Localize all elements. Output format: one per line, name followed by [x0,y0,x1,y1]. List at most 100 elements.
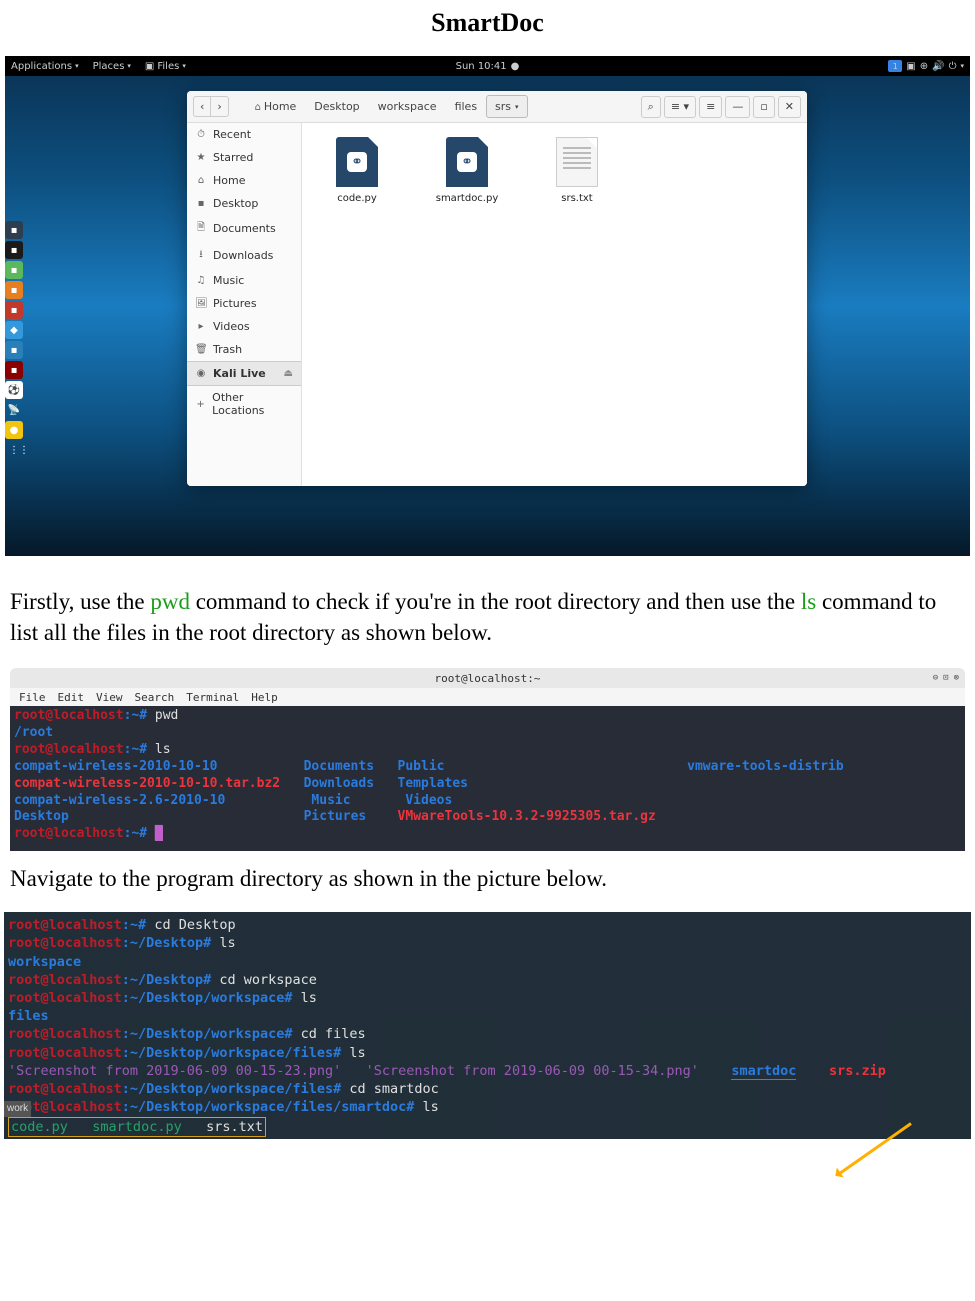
trash-icon: 🗑 [195,344,207,355]
file-smartdoc-py[interactable]: ⚭ smartdoc.py [432,137,502,204]
sidebar-documents[interactable]: 🗎Documents [187,215,301,242]
taskbar-label: work [4,1101,31,1117]
dock-app-5[interactable]: ▪ [5,301,23,319]
sidebar-music[interactable]: ♫Music [187,269,301,292]
view-list-button[interactable]: ≡ ▾ [664,96,696,118]
camera-icon[interactable]: ▣ [906,61,915,72]
cmd-pwd: pwd [150,589,190,614]
instruction-para-2: Navigate to the program directory as sho… [0,851,975,907]
home-icon: ⌂ [195,175,207,186]
terminal-menubar: File Edit View Search Terminal Help [10,688,965,706]
menu-files[interactable]: ▣Files▾ [139,61,192,72]
dock-app-9[interactable]: ⚽ [5,381,23,399]
terminal-titlebar: root@localhost:~ ⊖ ⊡ ⊗ [10,668,965,688]
menu-terminal[interactable]: Terminal [181,691,244,704]
terminal-title: root@localhost:~ [435,672,541,685]
dock-app-4[interactable]: ▪ [5,281,23,299]
home-icon: ⌂ [252,102,264,113]
ls-smartdoc: smartdoc [731,1063,796,1080]
sidebar-recent[interactable]: ⏱Recent [187,123,301,146]
workspace-badge[interactable]: 1 [888,60,902,72]
terminal-output[interactable]: root@localhost:~# cd Desktop root@localh… [8,916,967,1137]
sidebar-desktop[interactable]: ▪Desktop [187,192,301,215]
terminal-screenshot-pwd-ls: root@localhost:~ ⊖ ⊡ ⊗ File Edit View Se… [10,668,965,851]
page-title: SmartDoc [0,0,975,46]
file-code-py[interactable]: ⚭ code.py [322,137,392,204]
file-label: smartdoc.py [436,193,499,204]
ls-workspace: workspace [8,954,81,970]
music-icon: ♫ [195,275,207,286]
doc-icon: 🗎 [195,220,207,237]
menu-places[interactable]: Places▾ [87,61,137,72]
minimize-icon[interactable]: ⊖ [933,673,938,683]
dock-app-3[interactable]: ▪ [5,261,23,279]
close-icon[interactable]: ⊗ [954,673,959,683]
fm-toolbar: ‹ › ⌂Home Desktop workspace files srs▾ ⌕… [187,91,807,123]
menu-search[interactable]: Search [130,691,180,704]
crumb-srs[interactable]: srs▾ [486,95,528,118]
sidebar-home[interactable]: ⌂Home [187,169,301,192]
nav-forward-button[interactable]: › [211,97,227,116]
fm-content[interactable]: ⚭ code.py ⚭ smartdoc.py srs.txt [302,123,807,486]
dock-app-2[interactable]: ▪ [5,241,23,259]
sidebar-downloads[interactable]: ⭳Downloads [187,242,301,269]
folder-icon: ▣ [145,61,154,72]
file-label: code.py [337,193,377,204]
text-file-icon [556,137,598,187]
sidebar-trash[interactable]: 🗑Trash [187,338,301,361]
crumb-desktop[interactable]: Desktop [305,95,368,118]
menu-file[interactable]: File [14,691,51,704]
picture-icon: 🖼 [195,298,207,309]
maximize-button[interactable]: ▫ [753,96,774,118]
terminal-screenshot-navigate: root@localhost:~# cd Desktop root@localh… [4,912,971,1139]
gnome-topbar: Applications▾ Places▾ ▣Files▾ Sun 10:41●… [5,56,970,76]
sidebar-pictures[interactable]: 🖼Pictures [187,292,301,315]
sidebar-videos[interactable]: ▸Videos [187,315,301,338]
dock-apps-grid[interactable]: ⋮⋮⋮ [5,441,23,459]
desktop-icon: ▪ [195,198,207,209]
clock-icon: ⏱ [195,129,207,140]
file-manager-window: ‹ › ⌂Home Desktop workspace files srs▾ ⌕… [187,91,807,486]
ls-item: compat-wireless-2010-10-10 [14,759,218,774]
file-srs-txt[interactable]: srs.txt [542,137,612,204]
dock-app-7[interactable]: ▪ [5,341,23,359]
breadcrumb: ⌂Home Desktop workspace files srs▾ [243,95,528,118]
python-file-icon: ⚭ [446,137,488,187]
plus-icon: + [195,399,206,410]
dock-app-10[interactable]: 📡 [5,401,23,419]
file-label: srs.txt [561,193,592,204]
desktop-screenshot: Applications▾ Places▾ ▣Files▾ Sun 10:41●… [5,56,970,556]
dock-app-11[interactable]: ● [5,421,23,439]
minimize-button[interactable]: — [725,96,750,118]
download-icon: ⭳ [195,247,207,264]
instruction-para-1: Firstly, use the pwd command to check if… [0,556,975,668]
clock[interactable]: Sun 10:41● [456,61,520,72]
network-icon[interactable]: ⊕ [920,61,928,72]
ls-files: files [8,1008,49,1024]
power-icon[interactable]: ⏻ [949,61,957,72]
hamburger-button[interactable]: ≡ [699,96,722,118]
sidebar-starred[interactable]: ★Starred [187,146,301,169]
crumb-workspace[interactable]: workspace [369,95,446,118]
search-button[interactable]: ⌕ [641,96,661,118]
volume-icon[interactable]: 🔊 [932,61,944,72]
crumb-home[interactable]: ⌂Home [243,95,305,118]
nav-back-button[interactable]: ‹ [194,97,211,116]
terminal-output[interactable]: root@localhost:~# pwd /root root@localho… [10,706,965,851]
crumb-files[interactable]: files [446,95,486,118]
menu-edit[interactable]: Edit [53,691,90,704]
menu-applications[interactable]: Applications▾ [5,61,85,72]
sidebar-kali-live[interactable]: ◉Kali Live [187,361,301,386]
menu-view[interactable]: View [91,691,128,704]
menu-help[interactable]: Help [246,691,283,704]
maximize-icon[interactable]: ⊡ [943,673,948,683]
dock-app-8[interactable]: ▪ [5,361,23,379]
sidebar-other-locations[interactable]: +Other Locations [187,386,301,422]
drive-icon: ◉ [195,368,207,379]
cmd-ls: ls [801,589,816,614]
close-button[interactable]: ✕ [778,96,801,118]
cursor: █ [155,826,163,841]
fm-sidebar: ⏱Recent ★Starred ⌂Home ▪Desktop 🗎Documen… [187,123,302,486]
dock-app-1[interactable]: ▪ [5,221,23,239]
dock-app-6[interactable]: ◆ [5,321,23,339]
